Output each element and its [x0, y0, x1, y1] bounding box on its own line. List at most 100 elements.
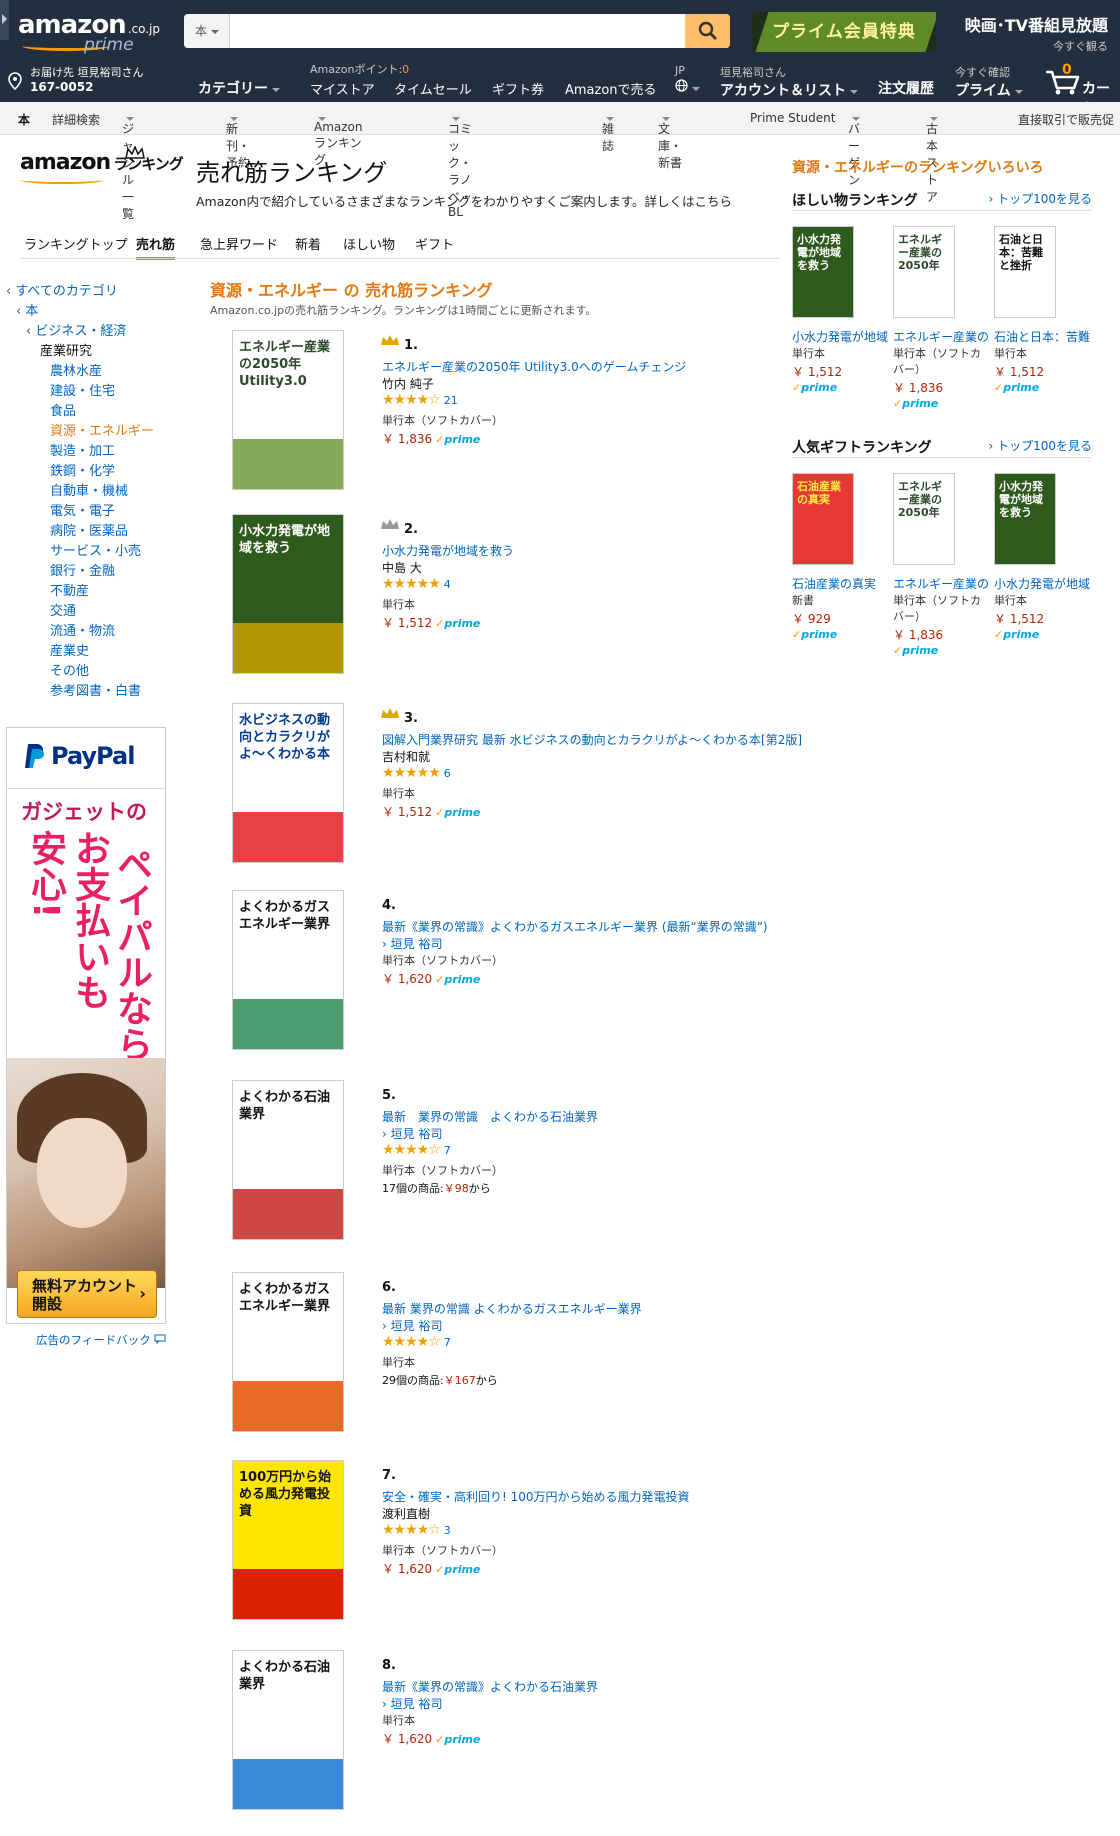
category-menu[interactable]: カテゴリー — [198, 78, 280, 98]
search-button[interactable] — [685, 14, 730, 48]
account-lists[interactable]: 垣見裕司さん アカウント＆リスト — [720, 64, 858, 100]
star-rating[interactable]: ★★★★☆ 7 — [382, 1334, 451, 1350]
category-sub-item[interactable]: 資源・エネルギー — [50, 420, 154, 439]
category-sub-item[interactable]: 流通・物流 — [50, 620, 115, 639]
category-all[interactable]: ‹ すべてのカテゴリ — [6, 280, 118, 299]
category-sub-item[interactable]: その他 — [50, 660, 89, 679]
product-title-link[interactable]: 石油産業の真実 — [792, 575, 888, 592]
subnav-item-ranking[interactable]: Amazonランキング — [314, 111, 363, 167]
ad-feedback-link[interactable]: 広告のフィードバック — [36, 1332, 166, 1348]
book-cover[interactable]: エネルギー産業の2050年 — [893, 473, 955, 565]
search-category-select[interactable]: 本 — [184, 14, 230, 48]
review-count[interactable]: 7 — [444, 1144, 451, 1157]
subnav-item-genres[interactable]: ジャンル一覧 — [122, 111, 134, 221]
book-cover[interactable]: 100万円から始める風力発電投資 — [232, 1460, 344, 1620]
review-count[interactable]: 3 — [444, 1524, 451, 1537]
book-cover[interactable]: 石油産業の真実 — [792, 473, 854, 565]
subnav-item-bargain[interactable]: バーゲン — [848, 111, 860, 187]
ranking-logo[interactable]: amazon ランキング — [20, 146, 184, 184]
subnav-item-bunko[interactable]: 文庫・新書 — [658, 111, 682, 170]
author[interactable]: › 垣見 裕司 — [382, 1695, 442, 1712]
product-title-link[interactable]: 小水力発電が地域を救う — [994, 575, 1090, 592]
prime-benefits-banner[interactable]: プライム会員特典 — [752, 12, 936, 52]
product-title-link[interactable]: エネルギー産業の2050年 Utility3.0へのゲームチェンジ — [382, 358, 686, 375]
category-sub-item[interactable]: 食品 — [50, 400, 76, 419]
tab-wishlist[interactable]: ほしい物 — [343, 234, 395, 253]
review-count[interactable]: 6 — [444, 767, 451, 780]
book-cover[interactable]: エネルギー産業の2050年 — [893, 226, 955, 318]
book-cover[interactable]: 小水力発電が地域を救う — [232, 514, 344, 674]
star-rating[interactable]: ★★★★☆ 3 — [382, 1522, 451, 1538]
prime-video-link[interactable]: 映画･TV番組見放題 今すぐ観る — [948, 12, 1108, 54]
category-sub-item[interactable]: 不動産 — [50, 580, 89, 599]
wishlist-top100-link[interactable]: › トップ100を見る — [988, 190, 1092, 207]
book-cover[interactable]: よくわかる石油業界 — [232, 1650, 344, 1810]
amazon-prime-logo[interactable]: amazon .co.jp prime — [18, 10, 160, 55]
language-selector[interactable]: JP — [675, 64, 700, 95]
category-sub-item[interactable]: サービス・小売 — [50, 540, 141, 559]
product-title-link[interactable]: 小水力発電が地域を救う — [382, 542, 514, 559]
author[interactable]: › 垣見 裕司 — [382, 1317, 442, 1334]
product-title-link[interactable]: 最新《業界の常識》よくわかるガスエネルギー業界 (最新“業界の常識”) — [382, 918, 768, 935]
star-rating[interactable]: ★★★★☆ 21 — [382, 392, 458, 408]
book-cover[interactable]: 小水力発電が地域を救う — [994, 473, 1056, 565]
tab-ranking-top[interactable]: ランキングトップ — [24, 234, 128, 253]
category-sub-item[interactable]: 病院・医薬品 — [50, 520, 128, 539]
subnav-item-comics[interactable]: コミック・ラノベ・BL — [448, 111, 472, 219]
book-cover[interactable]: よくわかる石油業界 — [232, 1080, 344, 1240]
sidebar-toggle[interactable] — [0, 0, 9, 40]
prime-menu[interactable]: 今すぐ確認 プライム — [955, 64, 1023, 100]
tab-movers[interactable]: 急上昇ワード — [200, 234, 278, 253]
star-rating[interactable]: ★★★★☆ 7 — [382, 1142, 451, 1158]
review-count[interactable]: 21 — [444, 394, 458, 407]
author[interactable]: › 垣見 裕司 — [382, 935, 442, 952]
category-sub-item[interactable]: 交通 — [50, 600, 76, 619]
subnav-item-prime-student[interactable]: Prime Student — [750, 111, 835, 125]
subnav-item-new[interactable]: 新刊・予約 — [226, 111, 250, 170]
product-title-link[interactable]: エネルギー産業の2050年 — [893, 328, 989, 345]
book-cover[interactable]: よくわかるガスエネルギー業界 — [232, 1272, 344, 1432]
product-title-link[interactable]: 最新 業界の常識 よくわかるガスエネルギー業界 — [382, 1300, 642, 1317]
nav-link-giftcard[interactable]: ギフト券 — [492, 79, 544, 98]
subnav-item-book[interactable]: 本 — [18, 111, 30, 128]
category-sub-item[interactable]: 鉄鋼・化学 — [50, 460, 115, 479]
category-sub-item[interactable]: 参考図書・白書 — [50, 680, 141, 699]
book-cover[interactable]: 小水力発電が地域を救う — [792, 226, 854, 318]
category-business[interactable]: ‹ ビジネス・経済 — [26, 320, 126, 339]
category-sub-item[interactable]: 電気・電子 — [50, 500, 115, 519]
amazon-points[interactable]: Amazonポイント:0 — [310, 61, 409, 77]
subnav-item-used[interactable]: 古本ストア — [926, 111, 938, 204]
category-sub-item[interactable]: 銀行・金融 — [50, 560, 115, 579]
subnav-item-advanced-search[interactable]: 詳細検索 — [52, 111, 100, 128]
nav-link-mystore[interactable]: マイストア — [310, 79, 375, 98]
offers-link[interactable]: 17個の商品:￥98から — [382, 1180, 491, 1196]
product-title-link[interactable]: 最新《業界の常識》よくわかる石油業界 — [382, 1678, 598, 1695]
product-title-link[interactable]: エネルギー産業の2050年 — [893, 575, 989, 592]
gift-top100-link[interactable]: › トップ100を見る — [988, 437, 1092, 454]
tab-gift[interactable]: ギフト — [415, 234, 454, 253]
tab-new[interactable]: 新着 — [295, 234, 321, 253]
product-title-link[interactable]: 安全・確実・高利回り! 100万円から始める風力発電投資 — [382, 1488, 690, 1505]
book-cover[interactable]: よくわかるガスエネルギー業界 — [232, 890, 344, 1050]
book-cover[interactable]: 水ビジネスの動向とカラクリがよ～くわかる本 — [232, 703, 344, 863]
category-sub-item[interactable]: 自動車・機械 — [50, 480, 128, 499]
category-sub-item[interactable]: 建設・住宅 — [50, 380, 115, 399]
category-book[interactable]: ‹ 本 — [16, 300, 38, 319]
category-sub-item[interactable]: 製造・加工 — [50, 440, 115, 459]
nav-link-sell[interactable]: Amazonで売る — [565, 79, 657, 98]
product-title-link[interactable]: 小水力発電が地域を救う — [792, 328, 888, 345]
category-sub-item[interactable]: 産業史 — [50, 640, 89, 659]
category-sub-item[interactable]: 農林水産 — [50, 360, 102, 379]
page-description[interactable]: Amazon内で紹介しているさまざまなランキングをわかりやすくご案内します。詳し… — [196, 191, 732, 210]
orders-link[interactable]: 注文履歴 — [878, 78, 934, 98]
product-title-link[interactable]: 最新 業界の常識 よくわかる石油業界 — [382, 1108, 598, 1125]
deliver-to[interactable]: お届け先 垣見裕司さん 167-0052 — [8, 64, 144, 94]
review-count[interactable]: 4 — [444, 578, 451, 591]
star-rating[interactable]: ★★★★★ 4 — [382, 576, 451, 592]
open-account-button[interactable]: 無料アカウント 開設 › — [17, 1270, 157, 1318]
review-count[interactable]: 7 — [444, 1336, 451, 1349]
book-cover[interactable]: エネルギー産業の2050年 Utility3.0 — [232, 330, 344, 490]
book-cover[interactable]: 石油と日本：苦難と挫折 — [994, 226, 1056, 318]
product-title-link[interactable]: 図解入門業界研究 最新 水ビジネスの動向とカラクリがよ～くわかる本[第2版] — [382, 731, 802, 748]
tab-bestsellers[interactable]: 売れ筋 — [136, 234, 176, 260]
